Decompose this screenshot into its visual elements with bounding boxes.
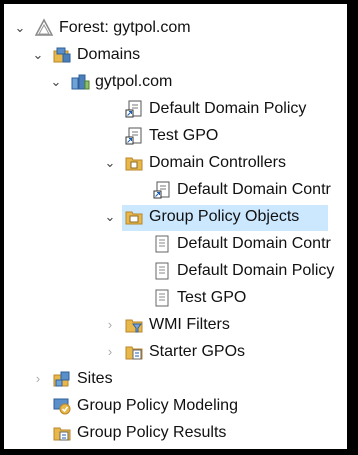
tree-node-sites-label: Sites bbox=[77, 370, 113, 387]
forest-icon bbox=[34, 18, 54, 36]
sites-icon bbox=[53, 371, 70, 387]
gpo-icon bbox=[155, 235, 169, 253]
tree-node-test-gpo-label: Test GPO bbox=[149, 127, 219, 144]
tree-node-gpo-test-gpo[interactable]: Test GPO bbox=[4, 286, 350, 313]
tree-node-default-domain-controllers-link[interactable]: Default Domain Contr bbox=[4, 178, 350, 205]
gpmc-tree-pane: ⌄ Forest: gytpol.com ⌄ Domains ⌄ gytpol.… bbox=[4, 4, 350, 449]
tree-node-gpo-default-domain-controllers-label: Default Domain Contr bbox=[177, 235, 331, 252]
chevron-down-icon[interactable]: ⌄ bbox=[102, 208, 118, 226]
tree-node-test-gpo-link[interactable]: Test GPO bbox=[4, 124, 350, 151]
domains-folder-icon bbox=[53, 47, 71, 63]
gpo-link-icon bbox=[125, 127, 142, 145]
tree-node-gp-results[interactable]: Group Policy Results bbox=[4, 421, 350, 448]
chevron-down-icon[interactable]: ⌄ bbox=[30, 46, 46, 64]
folder-icon bbox=[125, 157, 143, 171]
tree-node-gpo-test-gpo-label: Test GPO bbox=[177, 289, 247, 306]
tree-node-wmi-filters[interactable]: › WMI Filters bbox=[4, 313, 350, 340]
tree-node-domains-label: Domains bbox=[77, 46, 141, 63]
tree-node-gpo-default-domain-policy-label: Default Domain Policy bbox=[177, 262, 335, 279]
tree-node-starter-gpos-label: Starter GPOs bbox=[149, 343, 246, 360]
gpo-icon bbox=[155, 262, 169, 280]
tree-node-domains[interactable]: ⌄ Domains bbox=[4, 43, 350, 70]
chevron-down-icon[interactable]: ⌄ bbox=[102, 154, 118, 172]
starter-gpo-icon bbox=[125, 346, 143, 360]
gpo-link-icon bbox=[125, 100, 142, 118]
tree-node-domain-controllers-label: Domain Controllers bbox=[149, 154, 286, 171]
chevron-right-icon[interactable]: › bbox=[102, 316, 118, 334]
tree-node-gp-results-label: Group Policy Results bbox=[77, 424, 227, 441]
tree-node-domain[interactable]: ⌄ gytpol.com bbox=[4, 70, 350, 97]
tree-node-default-domain-controllers-link-label: Default Domain Contr bbox=[177, 181, 331, 198]
wmi-filter-icon bbox=[125, 319, 143, 333]
tree-node-default-domain-policy-label: Default Domain Policy bbox=[149, 100, 307, 117]
tree-node-group-policy-objects[interactable]: ⌄ Group Policy Objects bbox=[4, 205, 350, 232]
chevron-down-icon[interactable]: ⌄ bbox=[48, 73, 64, 91]
tree-node-starter-gpos[interactable]: › Starter GPOs bbox=[4, 340, 350, 367]
tree-node-group-policy-objects-label: Group Policy Objects bbox=[149, 208, 300, 225]
tree-node-forest[interactable]: ⌄ Forest: gytpol.com bbox=[4, 16, 350, 43]
tree-node-wmi-filters-label: WMI Filters bbox=[149, 316, 230, 333]
tree-node-sites[interactable]: › Sites bbox=[4, 367, 350, 394]
tree-node-domain-label: gytpol.com bbox=[95, 73, 173, 90]
gpo-icon bbox=[155, 289, 169, 307]
modeling-icon bbox=[53, 398, 71, 415]
chevron-right-icon[interactable]: › bbox=[30, 370, 46, 388]
tree-node-gpo-default-domain-policy[interactable]: Default Domain Policy bbox=[4, 259, 350, 286]
folder-icon bbox=[125, 211, 143, 225]
tree-node-default-domain-policy-link[interactable]: Default Domain Policy bbox=[4, 97, 350, 124]
chevron-down-icon[interactable]: ⌄ bbox=[12, 19, 28, 37]
domain-icon bbox=[71, 74, 90, 90]
tree-node-gpo-default-domain-controllers[interactable]: Default Domain Contr bbox=[4, 232, 350, 259]
tree-node-forest-label: Forest: gytpol.com bbox=[59, 19, 191, 36]
gpo-link-icon bbox=[153, 181, 170, 199]
tree-node-gp-modeling[interactable]: Group Policy Modeling bbox=[4, 394, 350, 421]
tree-node-domain-controllers[interactable]: ⌄ Domain Controllers bbox=[4, 151, 350, 178]
results-icon bbox=[53, 427, 71, 441]
chevron-right-icon[interactable]: › bbox=[102, 343, 118, 361]
tree-node-gp-modeling-label: Group Policy Modeling bbox=[77, 397, 238, 414]
